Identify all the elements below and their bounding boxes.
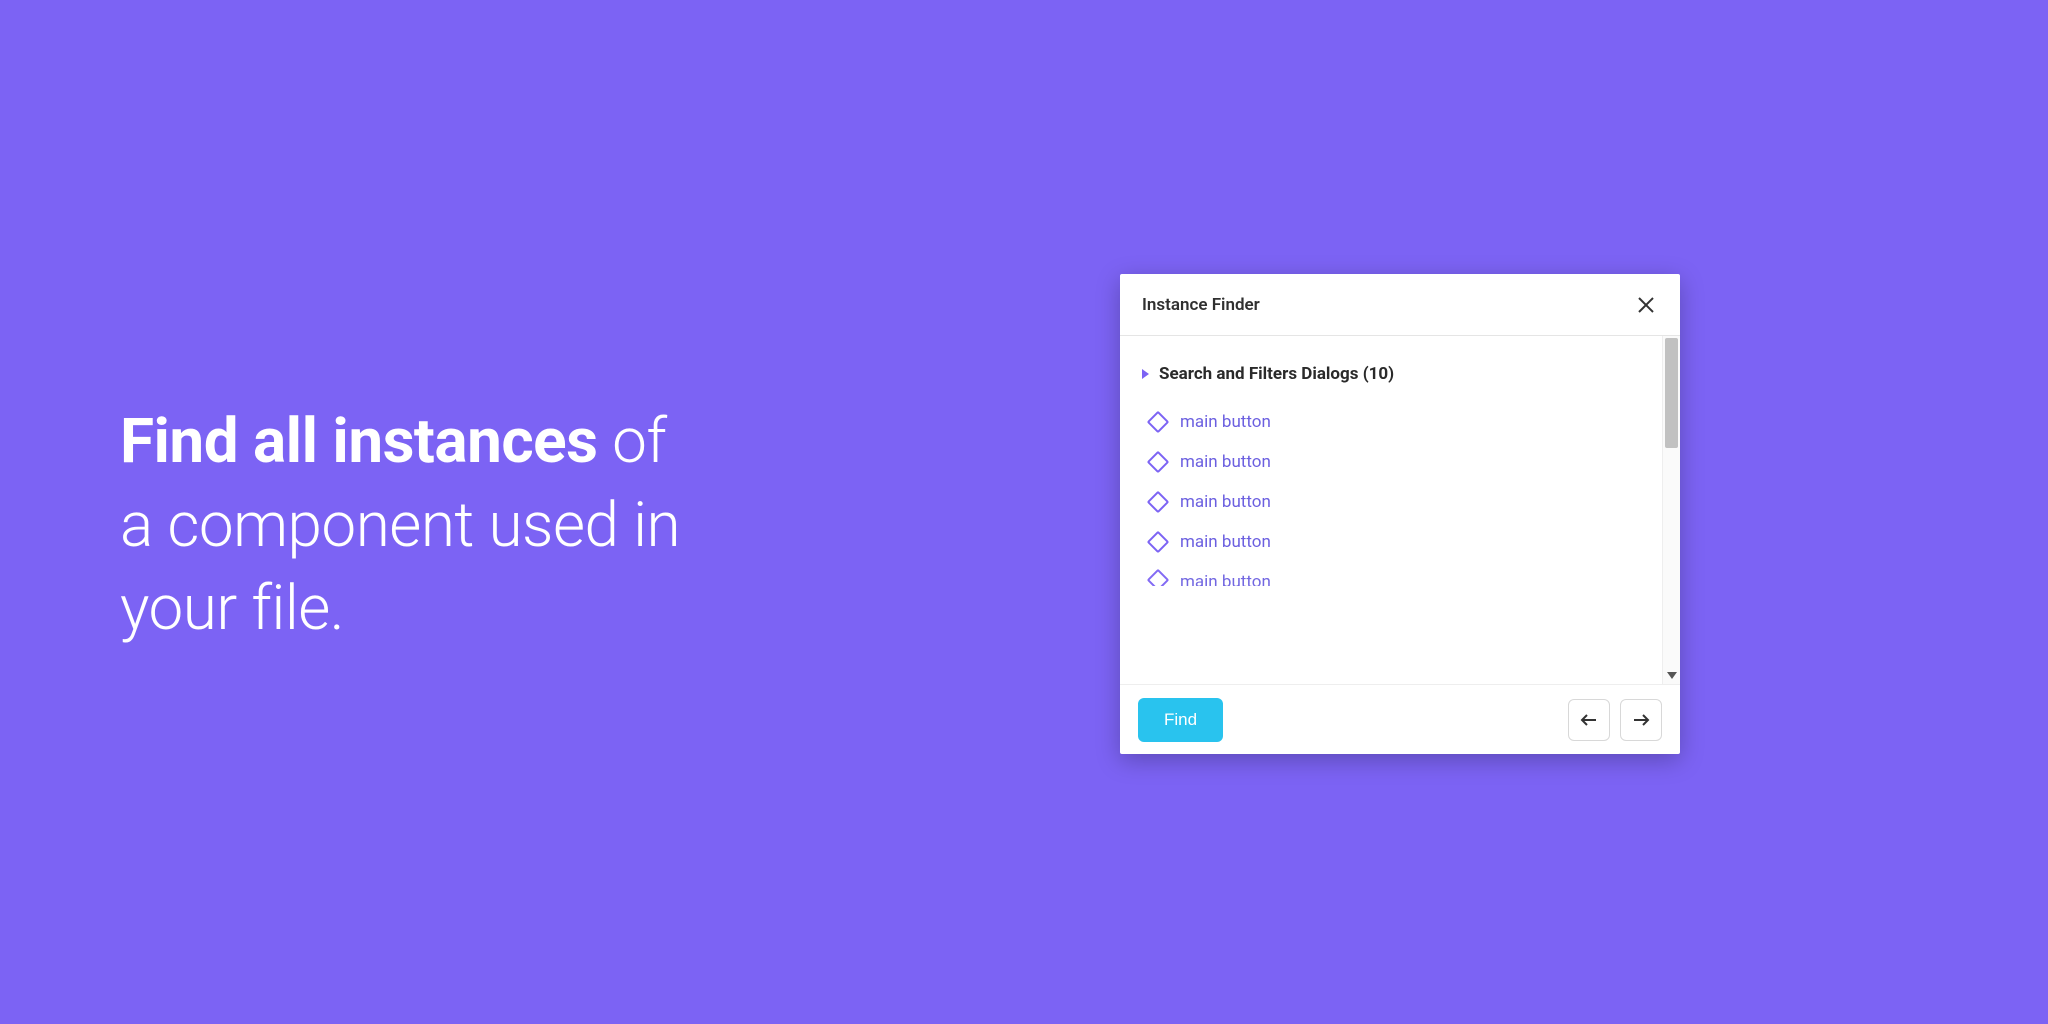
instance-label: main button bbox=[1180, 532, 1271, 552]
instance-row[interactable]: main button bbox=[1140, 482, 1642, 522]
instance-label: main button bbox=[1180, 492, 1271, 512]
instance-row[interactable]: main button bbox=[1140, 522, 1642, 562]
arrow-left-icon bbox=[1580, 713, 1598, 727]
next-button[interactable] bbox=[1620, 699, 1662, 741]
instance-icon bbox=[1147, 491, 1170, 514]
instance-icon bbox=[1147, 531, 1170, 554]
hero-bold: Find all instances bbox=[120, 405, 597, 478]
find-button[interactable]: Find bbox=[1138, 698, 1223, 742]
instance-label: main button bbox=[1180, 572, 1271, 586]
hero-line3: your file. bbox=[120, 572, 344, 645]
scroll-down-arrow-icon[interactable] bbox=[1663, 666, 1680, 684]
nav-group bbox=[1568, 699, 1662, 741]
panel-title: Instance Finder bbox=[1142, 295, 1260, 315]
close-button[interactable] bbox=[1634, 293, 1658, 317]
scrollbar-thumb[interactable] bbox=[1665, 338, 1678, 448]
instance-icon bbox=[1147, 411, 1170, 434]
instance-row[interactable]: main button bbox=[1140, 562, 1642, 586]
instance-label: main button bbox=[1180, 412, 1271, 432]
instance-row[interactable]: main button bbox=[1140, 402, 1642, 442]
group-label: Search and Filters Dialogs (10) bbox=[1159, 364, 1394, 384]
panel-body: Search and Filters Dialogs (10) main but… bbox=[1120, 336, 1680, 684]
panel-footer: Find bbox=[1120, 684, 1680, 754]
panel-header: Instance Finder bbox=[1120, 274, 1680, 336]
prev-button[interactable] bbox=[1568, 699, 1610, 741]
group-header[interactable]: Search and Filters Dialogs (10) bbox=[1140, 364, 1642, 384]
arrow-right-icon bbox=[1632, 713, 1650, 727]
instance-icon bbox=[1147, 451, 1170, 474]
instance-icon bbox=[1147, 569, 1170, 586]
instance-row[interactable]: main button bbox=[1140, 442, 1642, 482]
results-list: Search and Filters Dialogs (10) main but… bbox=[1120, 336, 1662, 684]
hero-rest1: of bbox=[597, 405, 666, 478]
instance-label: main button bbox=[1180, 452, 1271, 472]
hero-line2: a component used in bbox=[120, 489, 680, 562]
hero-headline: Find all instances of a component used i… bbox=[120, 400, 680, 651]
close-icon bbox=[1637, 296, 1655, 314]
chevron-right-icon bbox=[1142, 369, 1149, 379]
scrollbar[interactable] bbox=[1662, 336, 1680, 684]
instance-finder-panel: Instance Finder Search and Filters Dialo… bbox=[1120, 274, 1680, 754]
